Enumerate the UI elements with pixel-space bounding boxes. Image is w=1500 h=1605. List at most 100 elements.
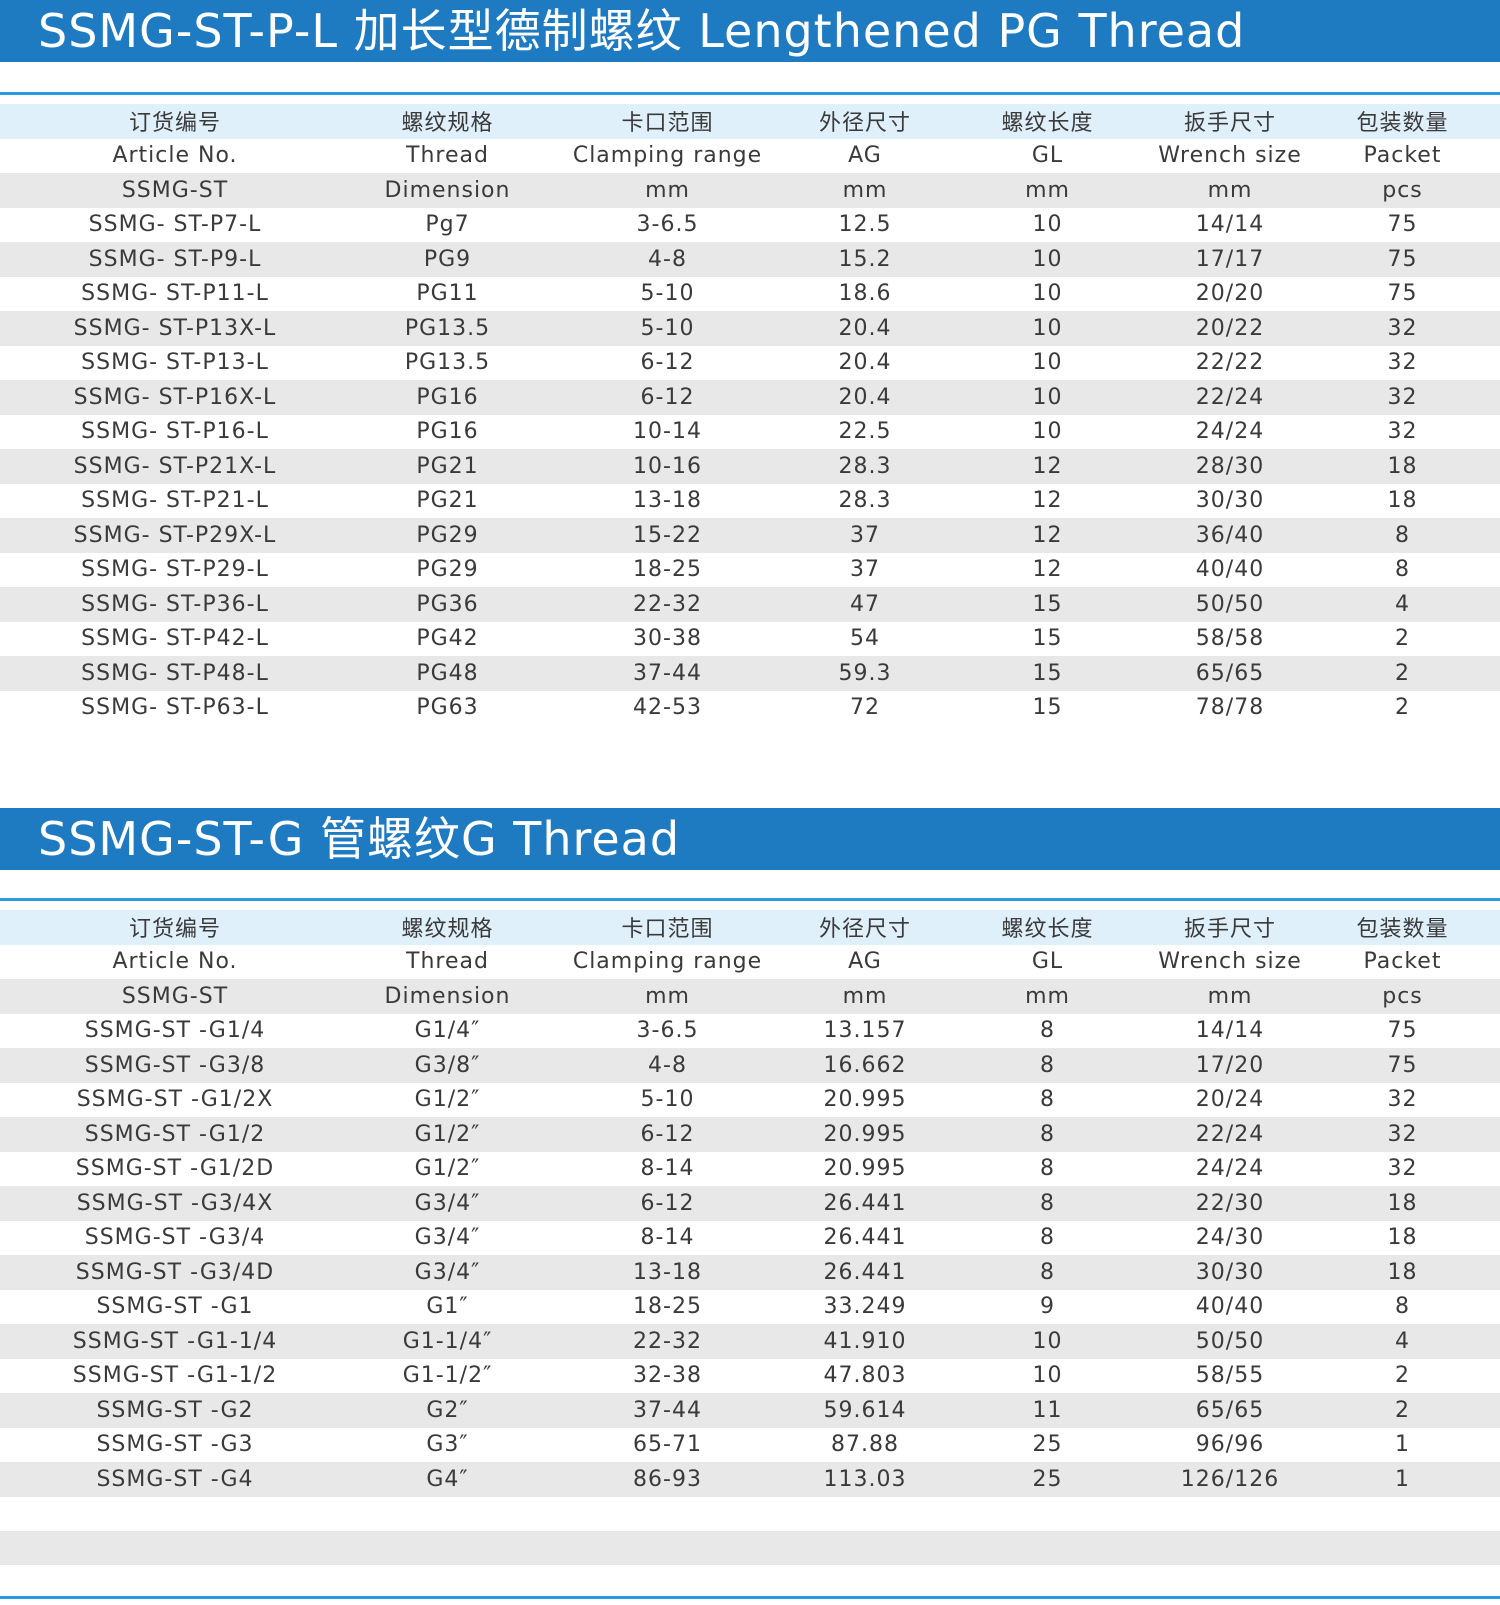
table-cell: 30-38 bbox=[633, 626, 702, 652]
table-cell: 3-6.5 bbox=[636, 212, 699, 238]
table-cell: 22-32 bbox=[633, 591, 702, 617]
column-header: Wrench size bbox=[1158, 949, 1302, 975]
column-header: SSMG-ST bbox=[121, 177, 229, 203]
column-header: 扳手尺寸 bbox=[1183, 917, 1276, 943]
table-cell: 22/24 bbox=[1195, 384, 1265, 410]
table-cell: SSMG-ST -G4 bbox=[96, 1466, 254, 1492]
column-header: 订货编号 bbox=[128, 917, 221, 943]
table-cell: 75 bbox=[1387, 281, 1418, 307]
table-cell: 4 bbox=[1395, 591, 1410, 617]
table-cell: SSMG- ST-P16X-L bbox=[73, 384, 277, 410]
table-row: SSMG-ST -G3/4D G3/4″ 13-18 26.441 8 30/30 18 bbox=[0, 1255, 1500, 1290]
table-cell: SSMG- ST-P29X-L bbox=[73, 522, 277, 548]
table-cell: 18 bbox=[1387, 453, 1418, 479]
table-cell: G1/2″ bbox=[414, 1121, 481, 1147]
table-cell: 8 bbox=[1040, 1259, 1055, 1285]
table-cell: 1 bbox=[1395, 1432, 1410, 1458]
table-cell: SSMG- ST-P63-L bbox=[81, 695, 269, 721]
table-cell: G1/2″ bbox=[414, 1156, 481, 1182]
column-header: 螺纹长度 bbox=[1001, 111, 1094, 137]
table-cell: 6-12 bbox=[640, 350, 695, 376]
table-cell: 65-71 bbox=[633, 1432, 702, 1458]
table-cell: 4-8 bbox=[648, 246, 687, 272]
table-cell: SSMG- ST-P48-L bbox=[81, 660, 269, 686]
table-cell: 12.5 bbox=[838, 212, 892, 238]
table-cell: 8 bbox=[1040, 1087, 1055, 1113]
table-cell: 65/65 bbox=[1195, 1397, 1265, 1423]
footer-stripe bbox=[0, 1531, 1500, 1565]
table-cell: SSMG- ST-P21X-L bbox=[73, 453, 277, 479]
table-row: SSMG- ST-P36-L PG36 22-32 47 15 50/50 4 bbox=[0, 587, 1500, 622]
table-row: SSMG-ST -G1-1/4 G1-1/4″ 22-32 41.910 10 50/50… bbox=[0, 1324, 1500, 1359]
table-row: SSMG- ST-P9-L PG9 4-8 15.2 10 17/17 75 bbox=[0, 242, 1500, 277]
table-cell: PG63 bbox=[416, 695, 479, 721]
table-cell: G2″ bbox=[426, 1397, 469, 1423]
column-header: mm bbox=[1207, 177, 1253, 203]
table-cell: 113.03 bbox=[823, 1466, 907, 1492]
column-header: Article No. bbox=[112, 949, 238, 975]
table-cell: 32 bbox=[1387, 1087, 1418, 1113]
table-cell: 41.910 bbox=[823, 1328, 907, 1354]
column-header: Clamping range bbox=[572, 949, 763, 975]
table-cell: G1/4″ bbox=[414, 1018, 481, 1044]
table-cell: 126/126 bbox=[1180, 1466, 1280, 1492]
table-cell: 50/50 bbox=[1195, 591, 1265, 617]
table-cell: 10 bbox=[1032, 350, 1063, 376]
table-cell: 10 bbox=[1032, 281, 1063, 307]
table-cell: G1-1/2″ bbox=[402, 1363, 493, 1389]
header-row-units: SSMG-ST Dimension mm mm mm mm pcs bbox=[0, 979, 1500, 1014]
table-cell: 8-14 bbox=[640, 1156, 695, 1182]
table-cell: 18 bbox=[1387, 1225, 1418, 1251]
table-cell: 86-93 bbox=[633, 1466, 702, 1492]
column-header: Packet bbox=[1363, 143, 1442, 169]
table-cell: SSMG- ST-P42-L bbox=[81, 626, 269, 652]
table-cell: 87.88 bbox=[831, 1432, 899, 1458]
table-cell: 18.6 bbox=[838, 281, 892, 307]
table-cell: PG21 bbox=[416, 453, 479, 479]
table-row: SSMG- ST-P16X-L PG16 6-12 20.4 10 22/24 32 bbox=[0, 380, 1500, 415]
column-header: pcs bbox=[1382, 983, 1423, 1009]
table-cell: 22/22 bbox=[1195, 350, 1265, 376]
table-row: SSMG- ST-P21X-L PG21 10-16 28.3 12 28/30 18 bbox=[0, 449, 1500, 484]
table-cell: 20.995 bbox=[823, 1087, 907, 1113]
table-cell: 8 bbox=[1395, 1294, 1410, 1320]
column-header: 订货编号 bbox=[128, 111, 221, 137]
table-cell: 24/24 bbox=[1195, 1156, 1265, 1182]
table-cell: 18-25 bbox=[633, 1294, 702, 1320]
pg-section-banner: SSMG-ST-P-L 加长型德制螺纹 Lengthened PG Thread bbox=[0, 0, 1500, 62]
header-row-chinese: 订货编号 螺纹规格 卡口范围 外径尺寸 螺纹长度 扳手尺寸 包装数量 bbox=[0, 910, 1500, 945]
table-cell: 26.441 bbox=[823, 1225, 907, 1251]
column-header: Clamping range bbox=[572, 143, 763, 169]
table-row: SSMG- ST-P29X-L PG29 15-22 37 12 36/40 8 bbox=[0, 518, 1500, 553]
table-row: SSMG- ST-P13X-L PG13.5 5-10 20.4 10 20/22 32 bbox=[0, 311, 1500, 346]
table-cell: 32 bbox=[1387, 1156, 1418, 1182]
table-row: SSMG- ST-P42-L PG42 30-38 54 15 58/58 2 bbox=[0, 621, 1500, 656]
table-cell: 32 bbox=[1387, 419, 1418, 445]
table-cell: 30/30 bbox=[1195, 488, 1265, 514]
table-cell: 13-18 bbox=[633, 488, 702, 514]
table-cell: PG21 bbox=[416, 488, 479, 514]
table-row: SSMG-ST -G1/2X G1/2″ 5-10 20.995 8 20/24 32 bbox=[0, 1082, 1500, 1117]
table-cell: 26.441 bbox=[823, 1259, 907, 1285]
table-cell: 10 bbox=[1032, 1363, 1063, 1389]
table-cell: 59.3 bbox=[838, 660, 892, 686]
table-cell: 17/17 bbox=[1195, 246, 1265, 272]
footer-divider bbox=[0, 1596, 1500, 1599]
table-cell: 2 bbox=[1395, 626, 1410, 652]
table-cell: 75 bbox=[1387, 246, 1418, 272]
table-cell: 8-14 bbox=[640, 1225, 695, 1251]
table-cell: 72 bbox=[850, 695, 880, 721]
table-cell: 9 bbox=[1040, 1294, 1055, 1320]
table-cell: 10 bbox=[1032, 419, 1063, 445]
table-row: SSMG- ST-P7-L Pg7 3-6.5 12.5 10 14/14 75 bbox=[0, 207, 1500, 242]
table-cell: 1 bbox=[1395, 1466, 1410, 1492]
table-cell: 32 bbox=[1387, 384, 1418, 410]
table-cell: 8 bbox=[1395, 522, 1410, 548]
column-header: 包装数量 bbox=[1356, 111, 1449, 137]
table-cell: SSMG- ST-P11-L bbox=[81, 281, 269, 307]
table-cell: SSMG-ST -G1/2X bbox=[76, 1087, 274, 1113]
table-cell: 42-53 bbox=[633, 695, 702, 721]
table-cell: 10 bbox=[1032, 212, 1063, 238]
table-cell: 37 bbox=[850, 522, 880, 548]
table-cell: 37 bbox=[850, 557, 880, 583]
